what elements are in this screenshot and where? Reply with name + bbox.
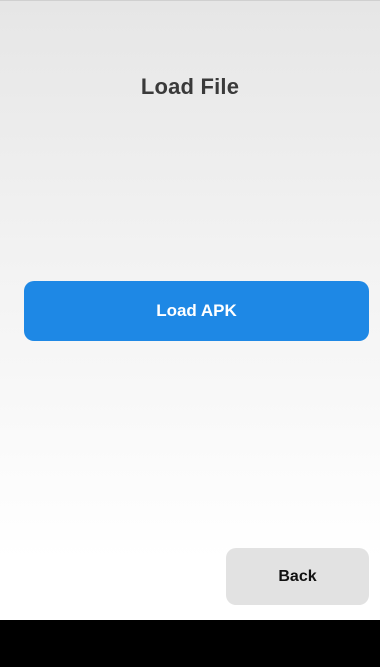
system-navigation-bar [0, 620, 380, 667]
load-file-screen: Load File Load APK Back [0, 0, 380, 667]
top-divider [0, 0, 380, 1]
page-title: Load File [140, 74, 240, 99]
load-apk-button[interactable]: Load APK [24, 281, 369, 341]
back-button[interactable]: Back [226, 548, 369, 605]
